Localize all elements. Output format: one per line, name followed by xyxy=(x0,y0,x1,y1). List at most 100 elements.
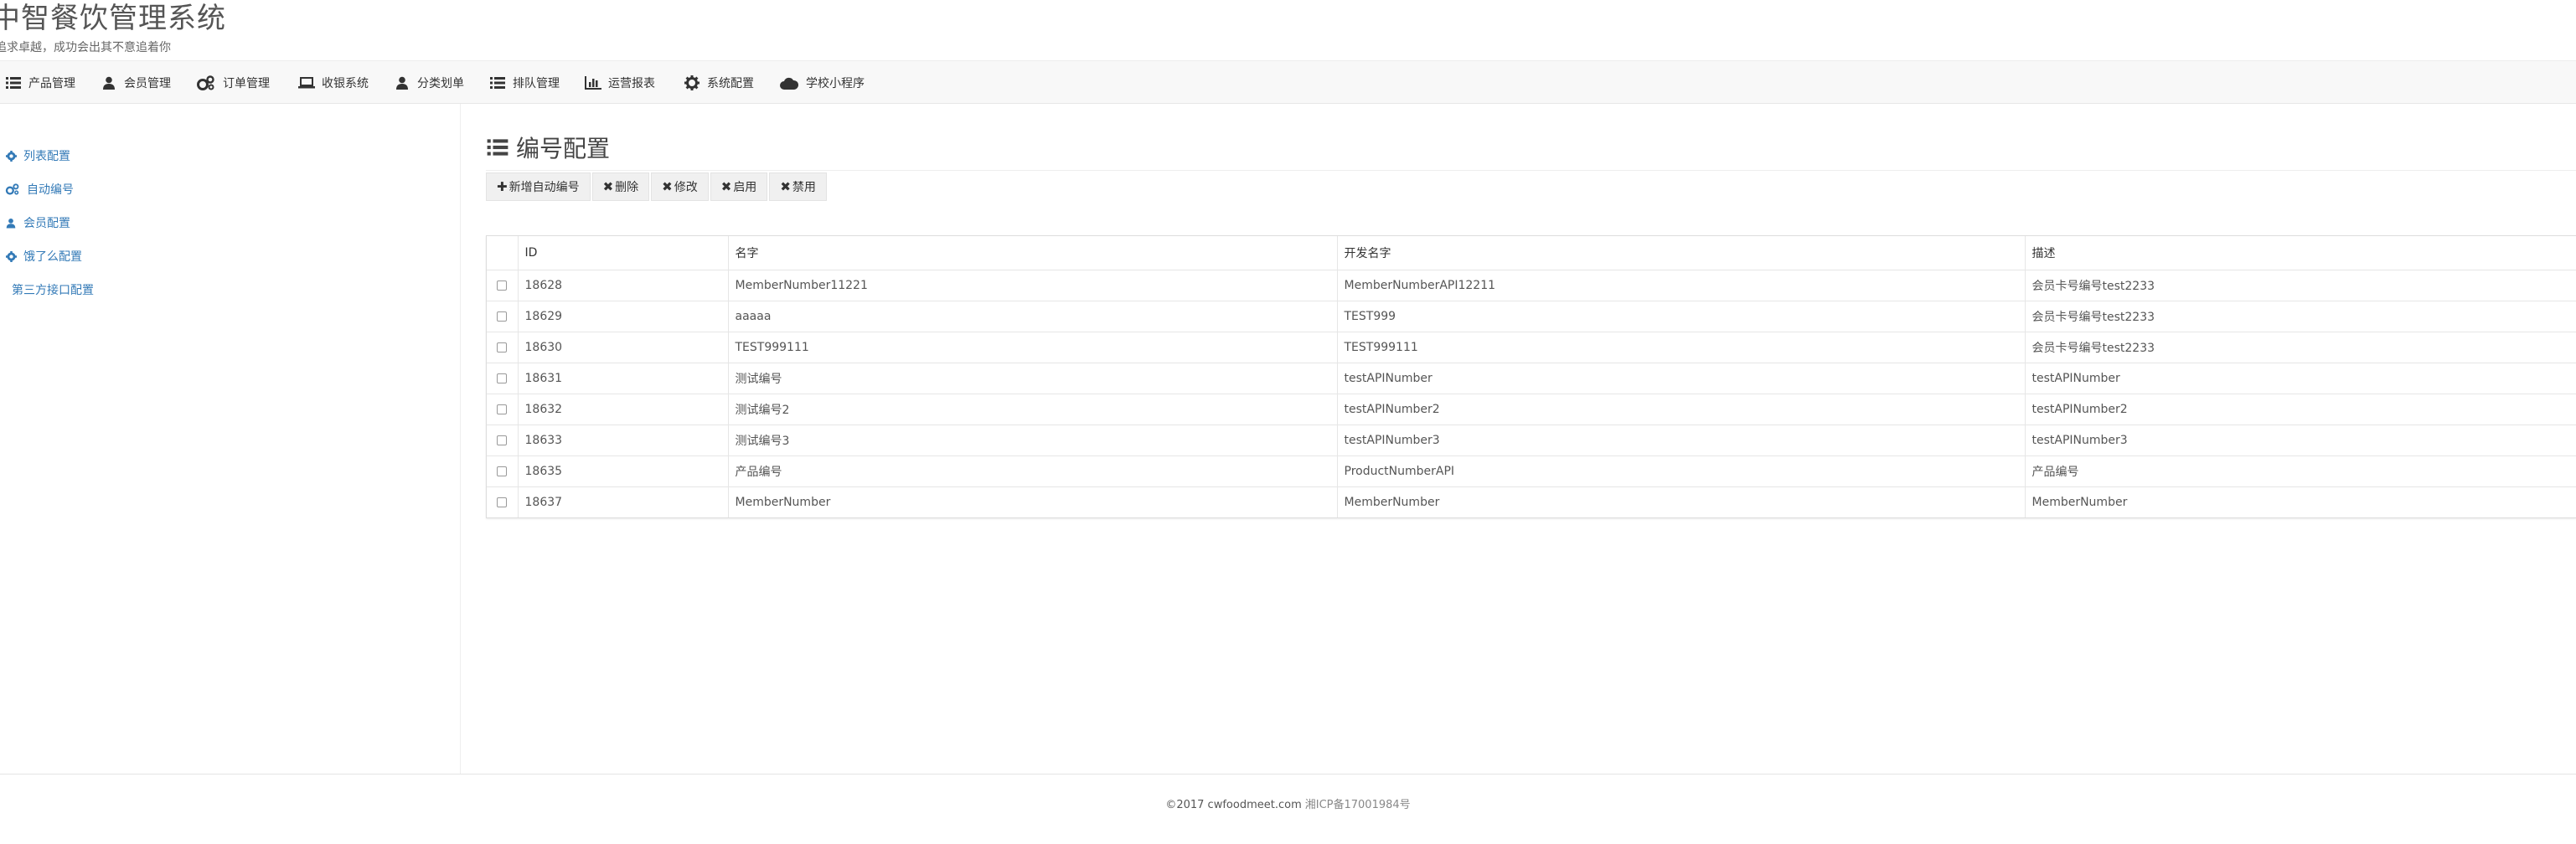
add-auto-number-button[interactable]: ✚ 新增自动编号 xyxy=(486,172,591,201)
delete-button[interactable]: ✖ 删除 xyxy=(591,172,650,201)
nav-item-reports[interactable]: 运营报表 xyxy=(585,61,655,105)
nav-item-cashier[interactable]: 收银系统 xyxy=(298,61,369,105)
app-title: 中智餐饮管理系统 xyxy=(0,2,226,35)
row-checkbox[interactable] xyxy=(497,342,508,353)
nav-label: 学校小程序 xyxy=(806,77,865,90)
nav-item-categories[interactable]: 分类划单 xyxy=(394,61,464,105)
cell-name: 测试编号2 xyxy=(728,394,1338,425)
cell-dev-name: TEST999111 xyxy=(1337,332,2026,363)
table-row[interactable]: 18637 MemberNumber MemberNumber MemberNu… xyxy=(487,486,2576,517)
sidebar-item-eleme-config[interactable]: 饿了么配置 xyxy=(5,246,82,266)
table-row[interactable]: 18633 测试编号3 testAPINumber3 testAPINumber… xyxy=(487,425,2576,456)
column-header-dev-name[interactable]: 开发名字 xyxy=(1337,236,2026,270)
column-header-id[interactable]: ID xyxy=(518,236,729,270)
row-checkbox[interactable] xyxy=(497,466,508,476)
cell-description: 会员卡号编号test2233 xyxy=(2025,301,2576,332)
sidebar-item-label: 第三方接口配置 xyxy=(12,284,94,297)
list-icon xyxy=(486,136,509,159)
sidebar-item-label: 自动编号 xyxy=(27,183,74,197)
cell-description: 会员卡号编号test2233 xyxy=(2025,270,2576,301)
cell-description: testAPINumber3 xyxy=(2025,425,2576,456)
gear-icon xyxy=(684,75,700,91)
cell-id: 18629 xyxy=(518,301,729,332)
table-row[interactable]: 18635 产品编号 ProductNumberAPI 产品编号 xyxy=(487,455,2576,487)
cell-dev-name: ProductNumberAPI xyxy=(1337,455,2026,487)
footer-copyright: ©2017 cwfoodmeet.com xyxy=(1165,799,1302,811)
table-row[interactable]: 18632 测试编号2 testAPINumber2 testAPINumber… xyxy=(487,394,2576,425)
disable-button[interactable]: ✖ 禁用 xyxy=(769,172,827,201)
page-title: 编号配置 xyxy=(486,131,610,164)
table-row[interactable]: 18628 MemberNumber11221 MemberNumberAPI1… xyxy=(487,270,2576,301)
app-slogan: 追求卓越，成功会出其不意追着你 xyxy=(0,41,171,54)
nav-label: 排队管理 xyxy=(513,77,560,90)
cell-dev-name: MemberNumberAPI12211 xyxy=(1337,270,2026,301)
table-row[interactable]: 18630 TEST999111 TEST999111 会员卡号编号test22… xyxy=(487,332,2576,363)
sidebar-item-list-config[interactable]: 列表配置 xyxy=(5,146,70,166)
user-icon xyxy=(5,215,17,230)
button-label: 修改 xyxy=(674,181,698,194)
title-divider xyxy=(486,170,2576,171)
nav-item-orders[interactable]: 订单管理 xyxy=(196,61,270,105)
row-checkbox-cell xyxy=(487,455,519,487)
close-icon: ✖ xyxy=(780,179,791,194)
cell-description: testAPINumber2 xyxy=(2025,394,2576,425)
enable-button[interactable]: ✖ 启用 xyxy=(710,172,768,201)
cell-dev-name: testAPINumber3 xyxy=(1337,425,2026,456)
list-icon xyxy=(5,75,22,91)
top-navbar: 产品管理 会员管理 订单管理 收银系统 分类划单 排队管理 运营报表 系统配置 … xyxy=(0,60,2576,104)
sidebar-item-auto-number[interactable]: 自动编号 xyxy=(5,179,74,199)
cell-dev-name: TEST999 xyxy=(1337,301,2026,332)
footer-divider xyxy=(0,774,2576,775)
nav-label: 产品管理 xyxy=(28,77,75,90)
close-icon: ✖ xyxy=(720,179,732,194)
nav-label: 订单管理 xyxy=(223,77,270,90)
app-header: 中智餐饮管理系统 追求卓越，成功会出其不意追着你 xyxy=(0,0,2576,59)
column-header-description[interactable]: 描述 xyxy=(2025,236,2576,270)
cell-description: testAPINumber xyxy=(2025,363,2576,394)
cogs-icon xyxy=(5,182,20,197)
sidebar-item-member-config[interactable]: 会员配置 xyxy=(5,213,70,233)
sidebar-item-third-party-config[interactable]: 第三方接口配置 xyxy=(12,280,94,300)
row-checkbox[interactable] xyxy=(497,404,508,414)
gear-icon xyxy=(5,249,17,264)
laptop-icon xyxy=(298,75,315,91)
cell-id: 18630 xyxy=(518,332,729,363)
table-row[interactable]: 18629 aaaaa TEST999 会员卡号编号test2233 xyxy=(487,301,2576,332)
button-label: 启用 xyxy=(733,181,757,194)
row-checkbox-cell xyxy=(487,394,519,425)
edit-button[interactable]: ✖ 修改 xyxy=(651,172,709,201)
cell-id: 18633 xyxy=(518,425,729,456)
cell-id: 18637 xyxy=(518,486,729,517)
row-checkbox-cell xyxy=(487,332,519,363)
sidebar-item-label: 列表配置 xyxy=(23,150,70,163)
nav-item-members[interactable]: 会员管理 xyxy=(101,61,171,105)
table-row[interactable]: 18631 测试编号 testAPINumber testAPINumber xyxy=(487,363,2576,394)
cell-name: 产品编号 xyxy=(728,455,1338,487)
row-checkbox[interactable] xyxy=(497,311,508,322)
data-table: ID 名字 开发名字 描述 18628 MemberNumber11221 Me… xyxy=(486,235,2576,518)
footer-icp-link[interactable]: 湘ICP备17001984号 xyxy=(1305,799,1411,811)
close-icon: ✖ xyxy=(662,179,673,194)
nav-item-queue[interactable]: 排队管理 xyxy=(489,61,560,105)
nav-item-system[interactable]: 系统配置 xyxy=(684,61,754,105)
row-checkbox[interactable] xyxy=(497,435,508,445)
row-checkbox[interactable] xyxy=(497,373,508,383)
footer: ©2017 cwfoodmeet.com 湘ICP备17001984号 xyxy=(0,795,2576,811)
nav-label: 系统配置 xyxy=(707,77,754,90)
cell-dev-name: MemberNumber xyxy=(1337,486,2026,517)
cell-name: MemberNumber xyxy=(728,486,1338,517)
nav-label: 收银系统 xyxy=(322,77,369,90)
row-checkbox[interactable] xyxy=(497,497,508,507)
cell-id: 18632 xyxy=(518,394,729,425)
cell-id: 18635 xyxy=(518,455,729,487)
sidebar: 列表配置 自动编号 会员配置 饿了么配置 第三方接口配置 xyxy=(0,104,461,774)
list-icon xyxy=(489,75,506,91)
row-checkbox[interactable] xyxy=(497,280,508,291)
cell-name: 测试编号 xyxy=(728,363,1338,394)
cell-name: MemberNumber11221 xyxy=(728,270,1338,301)
nav-item-mini-program[interactable]: 学校小程序 xyxy=(779,61,865,105)
column-header-name[interactable]: 名字 xyxy=(728,236,1338,270)
cloud-icon xyxy=(779,75,799,91)
nav-item-products[interactable]: 产品管理 xyxy=(5,61,75,105)
cell-description: MemberNumber xyxy=(2025,486,2576,517)
